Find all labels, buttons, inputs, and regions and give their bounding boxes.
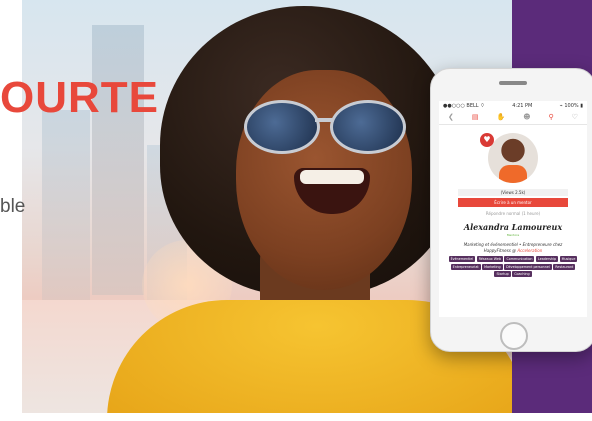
subline-text: ble — [0, 196, 26, 217]
sunglasses-bridge — [315, 118, 333, 122]
heart-badge-icon[interactable]: ♥ — [480, 133, 494, 147]
tag-chip[interactable]: Communication — [504, 256, 535, 262]
bottom-margin — [0, 413, 592, 421]
tag-chip[interactable]: Événementiel — [448, 256, 476, 262]
follow-count: (Views 2.5k) — [458, 189, 568, 196]
bio-line-1: Marketing et événementiel • Entrepreneur… — [463, 242, 563, 247]
carrier-label: ●●○○○ BELL ⌔ — [443, 102, 485, 109]
avatar[interactable] — [488, 133, 538, 183]
sunglasses-lens-right — [330, 100, 406, 154]
response-time-label: Répondre normal (1 heure) — [485, 211, 541, 216]
tag-chip[interactable]: Startup — [494, 271, 511, 277]
bio-company-link[interactable]: Acceleration — [517, 248, 542, 253]
tag-chip[interactable]: Leadership — [535, 256, 559, 262]
search-icon[interactable]: ⚲ — [549, 113, 554, 121]
home-button[interactable] — [500, 322, 528, 350]
tag-chip[interactable]: Coaching — [512, 271, 532, 277]
heart-icon[interactable]: ♡ — [572, 113, 578, 121]
chat-icon[interactable]: ▤ — [472, 113, 479, 121]
background-building — [92, 25, 144, 295]
tag-chip[interactable]: Développement personnel — [504, 263, 552, 270]
battery-label: ⌁ 100% ▮ — [559, 102, 583, 109]
phone-speaker — [499, 81, 527, 85]
phone-screen: ●●○○○ BELL ⌔ 4:21 PM ⌁ 100% ▮ ❮ ▤ ✋ ☻ ⚲ … — [439, 101, 587, 317]
tag-chip[interactable]: Restaurant — [553, 263, 576, 270]
handshake-icon[interactable]: ✋ — [497, 113, 506, 121]
clock-label: 4:21 PM — [512, 102, 533, 109]
smartphone: ●●○○○ BELL ⌔ 4:21 PM ⌁ 100% ▮ ❮ ▤ ✋ ☻ ⚲ … — [430, 68, 592, 352]
tag-chip[interactable]: Marketing — [482, 263, 503, 270]
tag-chip[interactable]: Musique — [559, 256, 578, 262]
tag-chip[interactable]: Entrepreneuriat — [450, 263, 481, 270]
avatar-shirt — [499, 165, 527, 183]
role-label: Mentore — [506, 233, 520, 237]
profile-bio: Marketing et événementiel • Entrepreneur… — [445, 242, 581, 253]
app-nav-bar: ❮ ▤ ✋ ☻ ⚲ ♡ — [439, 110, 587, 125]
back-icon[interactable]: ❮ — [448, 113, 454, 121]
status-bar: ●●○○○ BELL ⌔ 4:21 PM ⌁ 100% ▮ — [439, 101, 587, 110]
background-building — [42, 110, 90, 300]
tag-chip[interactable]: Réseaux Web — [476, 256, 503, 262]
bio-line-2: HappyFitness @ — [483, 247, 518, 253]
tag-list: Événementiel Réseaux Web Communication L… — [443, 256, 583, 277]
profile-name: Alexandra Lamoureux — [463, 222, 563, 232]
write-mentor-button[interactable]: Écrire à un mentor — [458, 198, 568, 207]
profile-avatar-block: ♥ — [478, 133, 548, 183]
sunglasses-lens-left — [244, 100, 320, 154]
headline-text: OURTE — [0, 73, 159, 122]
people-icon[interactable]: ☻ — [523, 113, 530, 121]
